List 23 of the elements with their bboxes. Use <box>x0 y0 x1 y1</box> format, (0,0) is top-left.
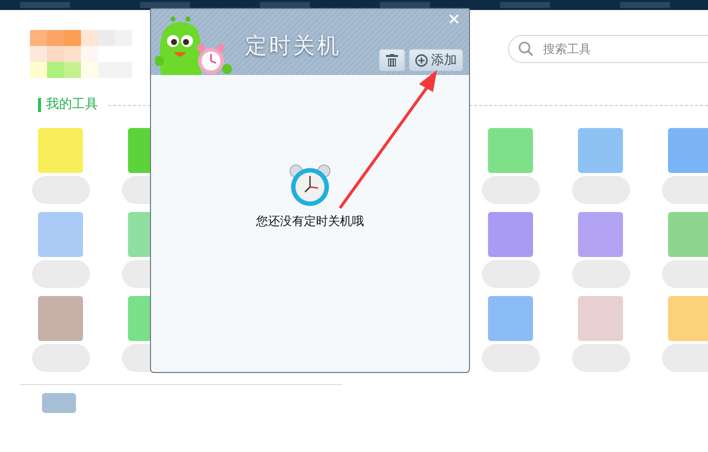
blurred-tool-icon <box>38 128 83 173</box>
search-field[interactable]: 搜索工具 <box>508 35 708 63</box>
blurred-tool-icon <box>488 128 533 173</box>
empty-message: 您还没有定时关机哦 <box>256 213 364 230</box>
delete-button[interactable] <box>379 49 405 71</box>
blurred-tool-icon <box>38 212 83 257</box>
blurred-tool-icon <box>488 212 533 257</box>
section-title: 我的工具 <box>38 98 98 112</box>
search-icon <box>518 41 534 57</box>
blurred-tool-icon <box>578 212 623 257</box>
blurred-tool-icon <box>578 128 623 173</box>
dialog-title: 定时关机 <box>245 33 341 61</box>
blurred-tool-icon <box>668 212 708 257</box>
blurred-tool-icon <box>42 393 76 413</box>
add-button[interactable]: 添加 <box>409 49 463 71</box>
blurred-tool-icon <box>668 296 708 341</box>
blurred-tool-icon <box>38 296 83 341</box>
alarm-clock-icon <box>287 163 333 207</box>
blurred-tool-icon <box>578 296 623 341</box>
blurred-tool-icon <box>668 128 708 173</box>
plus-circle-icon <box>415 54 428 66</box>
trash-icon <box>386 54 398 66</box>
blurred-tool-icon <box>488 296 533 341</box>
